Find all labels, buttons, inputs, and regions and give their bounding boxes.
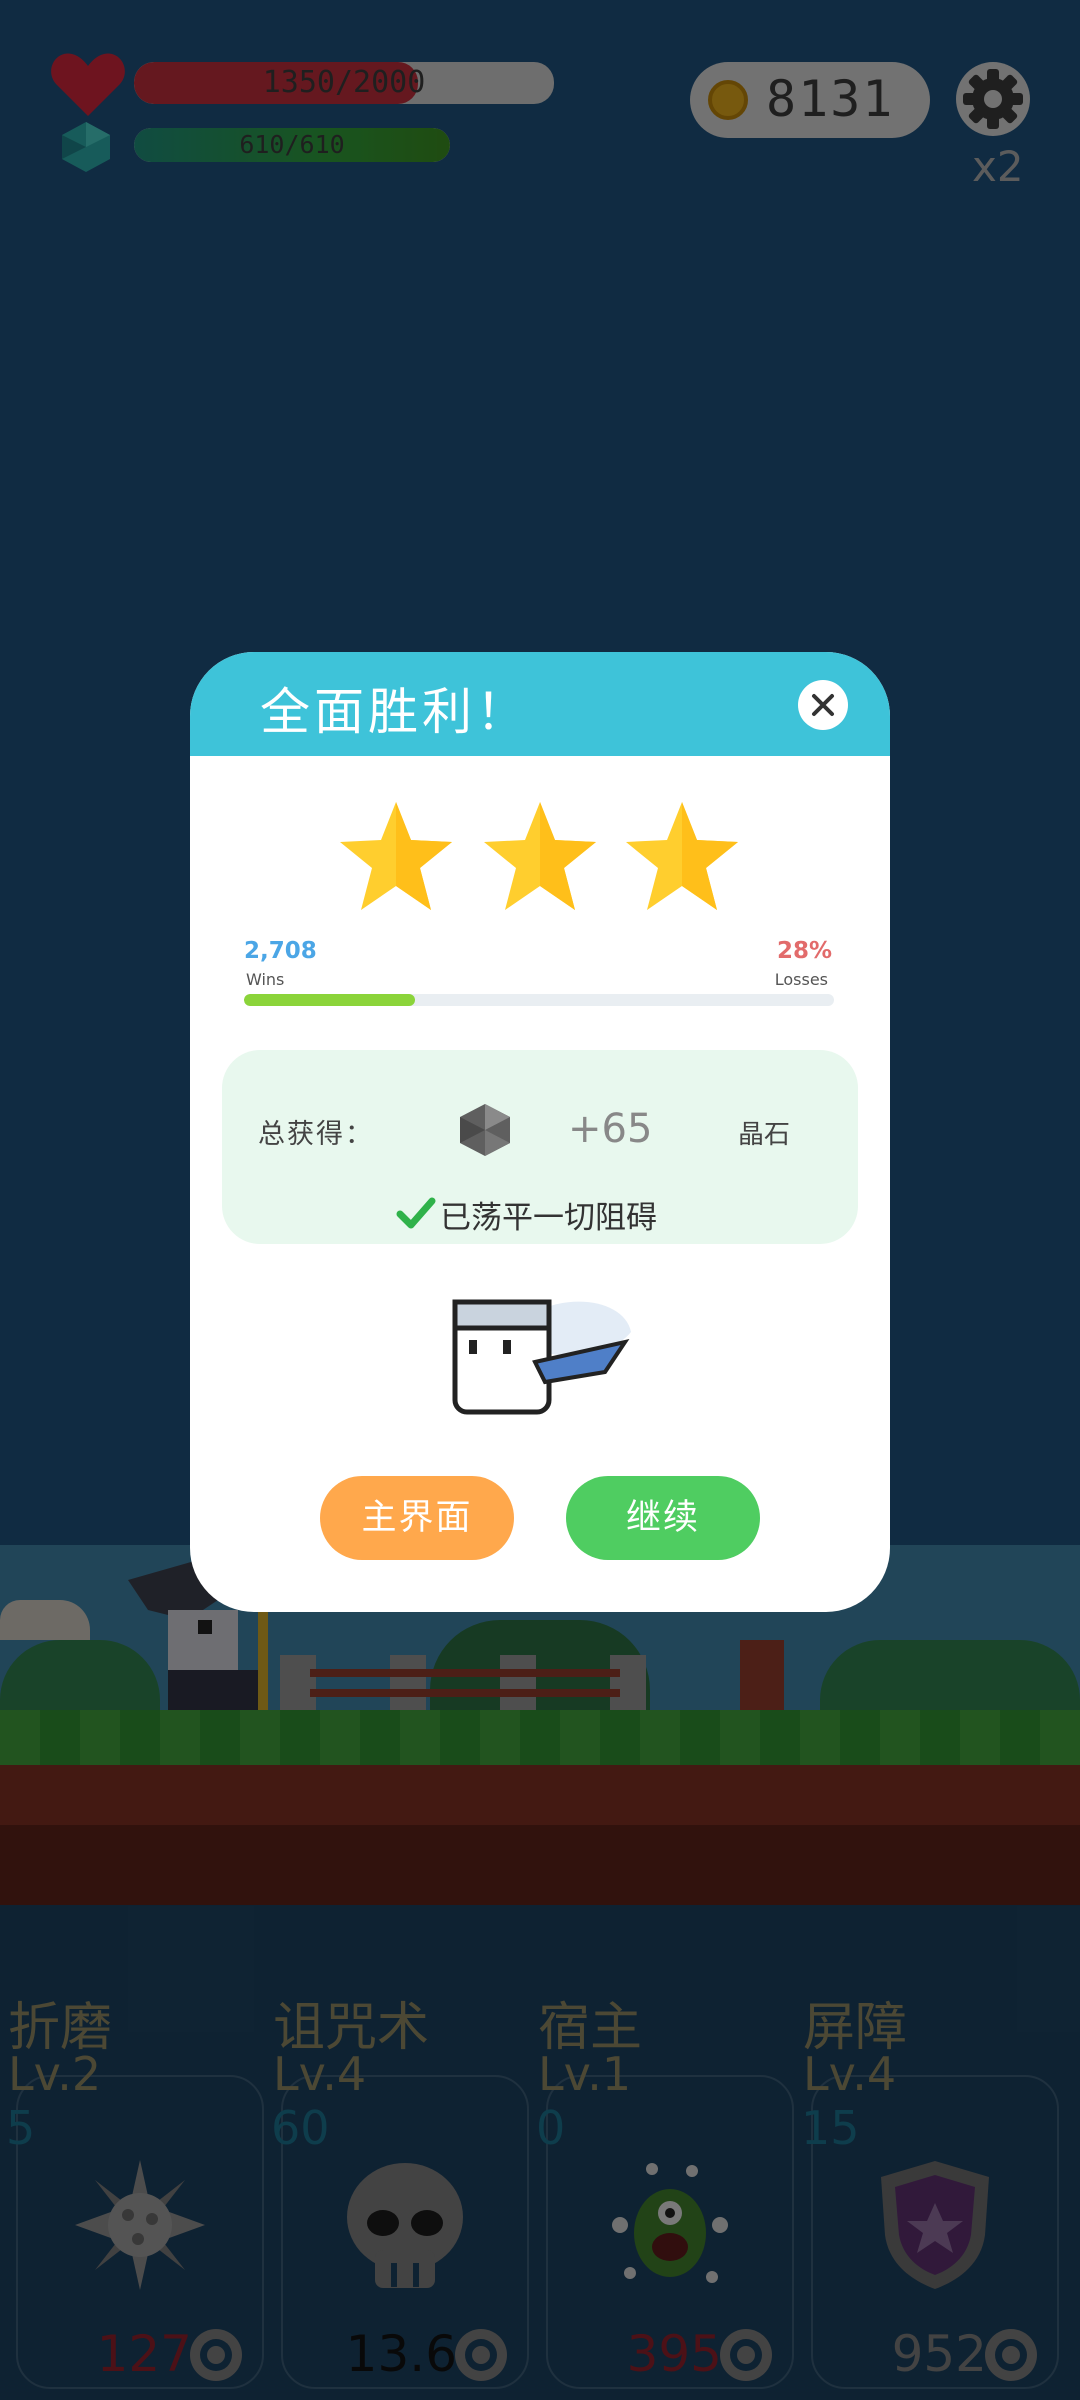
coin-counter: 8131 xyxy=(690,62,930,138)
heart-icon xyxy=(51,53,125,116)
upgrade-gear-icon xyxy=(190,2329,242,2381)
victory-dialog: 全面胜利！ 2,708 Wins 28% Losses 总获得： +65 晶石 … xyxy=(190,652,890,1612)
dialog-title: 全面胜利！ xyxy=(260,683,530,741)
reward-unit: 晶石 xyxy=(738,1120,791,1150)
star-icon xyxy=(340,802,452,910)
skill-count: 5 xyxy=(6,2101,36,2155)
main-menu-button[interactable]: 主界面 xyxy=(320,1476,514,1560)
star-rating xyxy=(190,798,890,918)
skill-cost: 952 xyxy=(891,2325,987,2383)
coin-amount: 8131 xyxy=(766,70,895,128)
skill-cost: 13.6 xyxy=(345,2325,457,2383)
knight-hero-sprite xyxy=(452,1299,631,1415)
skill-cost: 395 xyxy=(626,2325,722,2383)
mana-bar: 610/610 xyxy=(134,128,450,162)
crystal-icon xyxy=(62,122,110,172)
spiked-mine-icon xyxy=(75,2160,205,2290)
tree-trunk xyxy=(740,1640,784,1710)
upgrade-gear-icon xyxy=(720,2329,772,2381)
skill-slot[interactable]: 宿主 Lv.1 0 395 xyxy=(530,1905,794,2400)
skill-count: 0 xyxy=(536,2101,566,2155)
wins-label: Wins xyxy=(246,970,285,989)
upgrade-gear-icon xyxy=(985,2329,1037,2381)
skull-icon xyxy=(347,2163,463,2288)
reward-amount: +65 xyxy=(568,1106,653,1152)
wins-value: 2,708 xyxy=(244,938,317,964)
skill-level: Lv.4 xyxy=(803,2047,897,2101)
skill-level: Lv.4 xyxy=(273,2047,367,2101)
ground-grass xyxy=(0,1710,1080,1765)
ground-dirt-deep xyxy=(0,1825,1080,1905)
losses-label: Losses xyxy=(774,970,828,989)
reward-label: 总获得： xyxy=(258,1119,374,1150)
reward-note: 已荡平一切阻碍 xyxy=(440,1200,657,1236)
cloud-rock xyxy=(0,1600,90,1640)
green-monster-icon xyxy=(612,2163,728,2283)
mana-text: 610/610 xyxy=(239,130,345,159)
close-icon xyxy=(812,694,834,716)
upgrade-gear-icon xyxy=(455,2329,507,2381)
skill-slot[interactable]: 诅咒术 Lv.4 60 13.6 xyxy=(265,1905,529,2400)
star-icon xyxy=(626,802,738,910)
coin-icon xyxy=(708,80,748,120)
skill-slot[interactable]: 折磨 Lv.2 5 127 xyxy=(0,1905,264,2400)
gem-icon xyxy=(460,1104,510,1156)
speed-multiplier-button[interactable]: x2 xyxy=(972,142,1024,191)
close-button[interactable] xyxy=(798,680,848,730)
hp-text: 1350/2000 xyxy=(262,65,426,100)
skill-count: 15 xyxy=(801,2101,860,2155)
skill-panel: 折磨 Lv.2 5 127 诅咒术 Lv.4 60 13.6 宿主 Lv.1 0… xyxy=(0,1905,1080,2400)
check-icon xyxy=(396,1197,436,1229)
win-progress-fill xyxy=(244,994,416,1006)
graveyard-fence xyxy=(280,1655,660,1710)
reward-panel: 总获得： +65 晶石 已荡平一切阻碍 xyxy=(222,1050,858,1244)
bush xyxy=(820,1640,1080,1715)
skill-slot[interactable]: 屏障 Lv.4 15 952 xyxy=(795,1905,1059,2400)
star-shield-icon xyxy=(881,2161,989,2289)
dialog-header: 全面胜利！ xyxy=(190,652,890,756)
continue-button[interactable]: 继续 xyxy=(566,1476,760,1560)
hp-bar: 1350/2000 xyxy=(134,62,554,104)
gear-icon xyxy=(963,69,1023,129)
ground-dirt xyxy=(0,1765,1080,1825)
skill-level: Lv.1 xyxy=(538,2047,632,2101)
star-icon xyxy=(484,802,596,910)
settings-button[interactable] xyxy=(956,62,1030,136)
skill-level: Lv.2 xyxy=(8,2047,102,2101)
skill-count: 60 xyxy=(271,2101,330,2155)
win-progress-bar xyxy=(244,994,834,1006)
skill-cost: 127 xyxy=(96,2325,192,2383)
losses-value: 28% xyxy=(776,938,832,964)
